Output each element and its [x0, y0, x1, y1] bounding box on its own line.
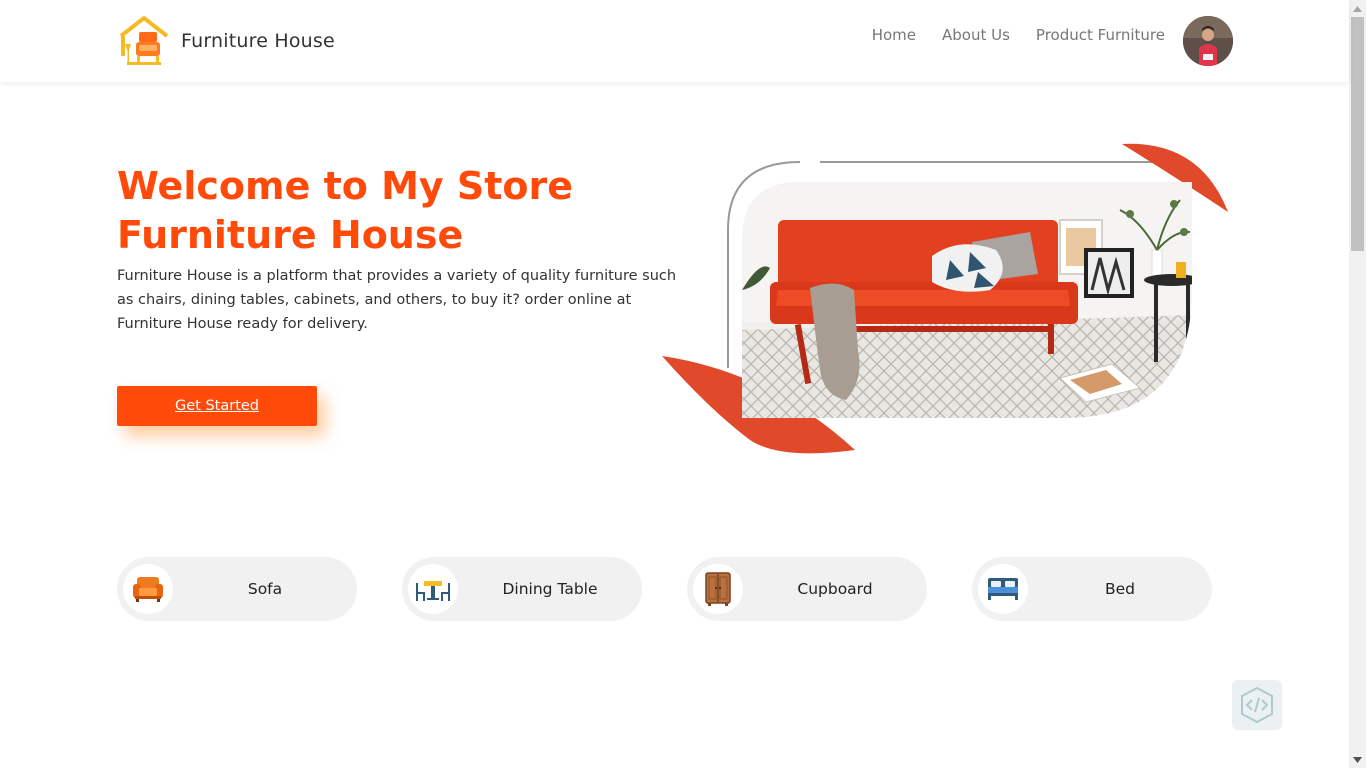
page-scrollbar[interactable] — [1349, 0, 1366, 768]
sofa-icon — [133, 577, 163, 602]
hero-title: Welcome to My Store Furniture House — [117, 162, 677, 260]
nav-home[interactable]: Home — [872, 26, 916, 44]
scroll-up-arrow-icon[interactable] — [1349, 0, 1366, 17]
get-started-button[interactable]: Get Started — [117, 386, 317, 426]
scroll-thumb[interactable] — [1351, 17, 1364, 251]
category-dining-table-label: Dining Table — [502, 580, 598, 598]
nav-product-furniture[interactable]: Product Furniture — [1036, 26, 1165, 44]
user-avatar[interactable] — [1183, 16, 1233, 66]
dining-table-icon — [416, 581, 450, 601]
hero-sofa-image — [662, 143, 1228, 454]
navbar: Furniture House Home About Us Product Fu… — [0, 0, 1349, 82]
hero-description: Furniture House is a platform that provi… — [117, 268, 677, 332]
category-sofa[interactable]: Sofa — [117, 557, 357, 621]
floating-widget-button[interactable] — [1232, 680, 1282, 730]
scroll-down-arrow-icon[interactable] — [1349, 751, 1366, 768]
category-dining-table[interactable]: Dining Table — [402, 557, 642, 621]
category-bed-label: Bed — [1104, 580, 1135, 598]
category-sofa-label: Sofa — [247, 580, 283, 598]
category-cupboard-label: Cupboard — [797, 580, 873, 598]
brand-name: Furniture House — [181, 30, 335, 52]
hero-title-line2: Furniture House — [117, 213, 464, 257]
house-logo-icon — [119, 16, 169, 65]
nav-links: Home About Us Product Furniture — [872, 26, 1165, 44]
bed-icon — [988, 578, 1018, 600]
category-bed[interactable]: Bed — [972, 557, 1212, 621]
category-cupboard[interactable]: Cupboard — [687, 557, 927, 621]
avatar-photo — [1183, 16, 1233, 66]
cupboard-icon — [705, 572, 731, 606]
nav-about-us[interactable]: About Us — [942, 26, 1010, 44]
hero-title-line1: Welcome to My Store — [117, 164, 574, 208]
code-badge-icon — [1241, 686, 1273, 724]
brand[interactable]: Furniture House — [117, 14, 335, 68]
